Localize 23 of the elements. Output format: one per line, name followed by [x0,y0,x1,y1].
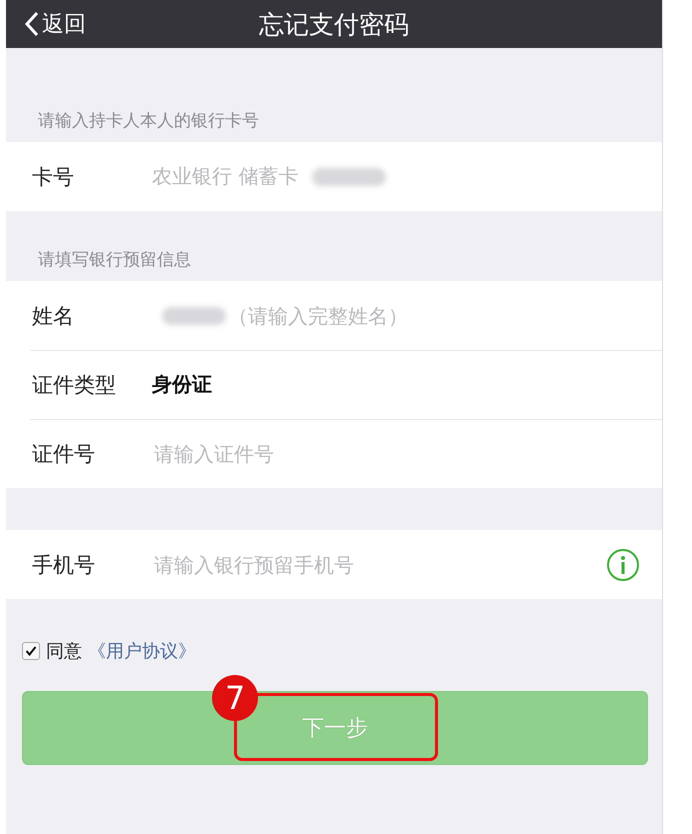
input-field[interactable]: 请输入证件号 [152,440,640,466]
field-label: 姓名 [31,302,75,330]
field-label: 证件类型 [31,372,117,398]
input-row[interactable]: 证件号 请输入证件号 [6,419,662,488]
field-value: 农业银行 储蓄卡 [152,163,298,190]
agree-label: 同意 [46,640,82,663]
section-label: 请输入持卡人本人的银行卡号 [38,110,259,132]
page-title: 忘记支付密码 [259,10,409,38]
field-label: 证件号 [31,440,96,468]
agree-checkbox[interactable] [22,642,40,660]
input-field[interactable]: 请输入银行预留手机号 [152,552,606,578]
section-label: 请填写银行预留信息 [38,249,191,271]
field-label: 手机号 [31,552,96,578]
input-field[interactable]: （请输入完整姓名） [226,302,640,328]
input-row[interactable]: 姓名 （请输入完整姓名） [6,281,662,350]
field-value: 身份证 [152,371,212,398]
user-agreement-link[interactable]: 《用户协议》 [88,639,196,663]
back-chevron-icon [24,10,40,38]
step-badge: 7 [212,675,258,721]
field-label: 卡号 [31,164,75,190]
info-icon[interactable] [606,548,640,582]
input-row[interactable]: 手机号 请输入银行预留手机号 [6,530,662,599]
back-button[interactable]: 返回 [6,9,86,39]
